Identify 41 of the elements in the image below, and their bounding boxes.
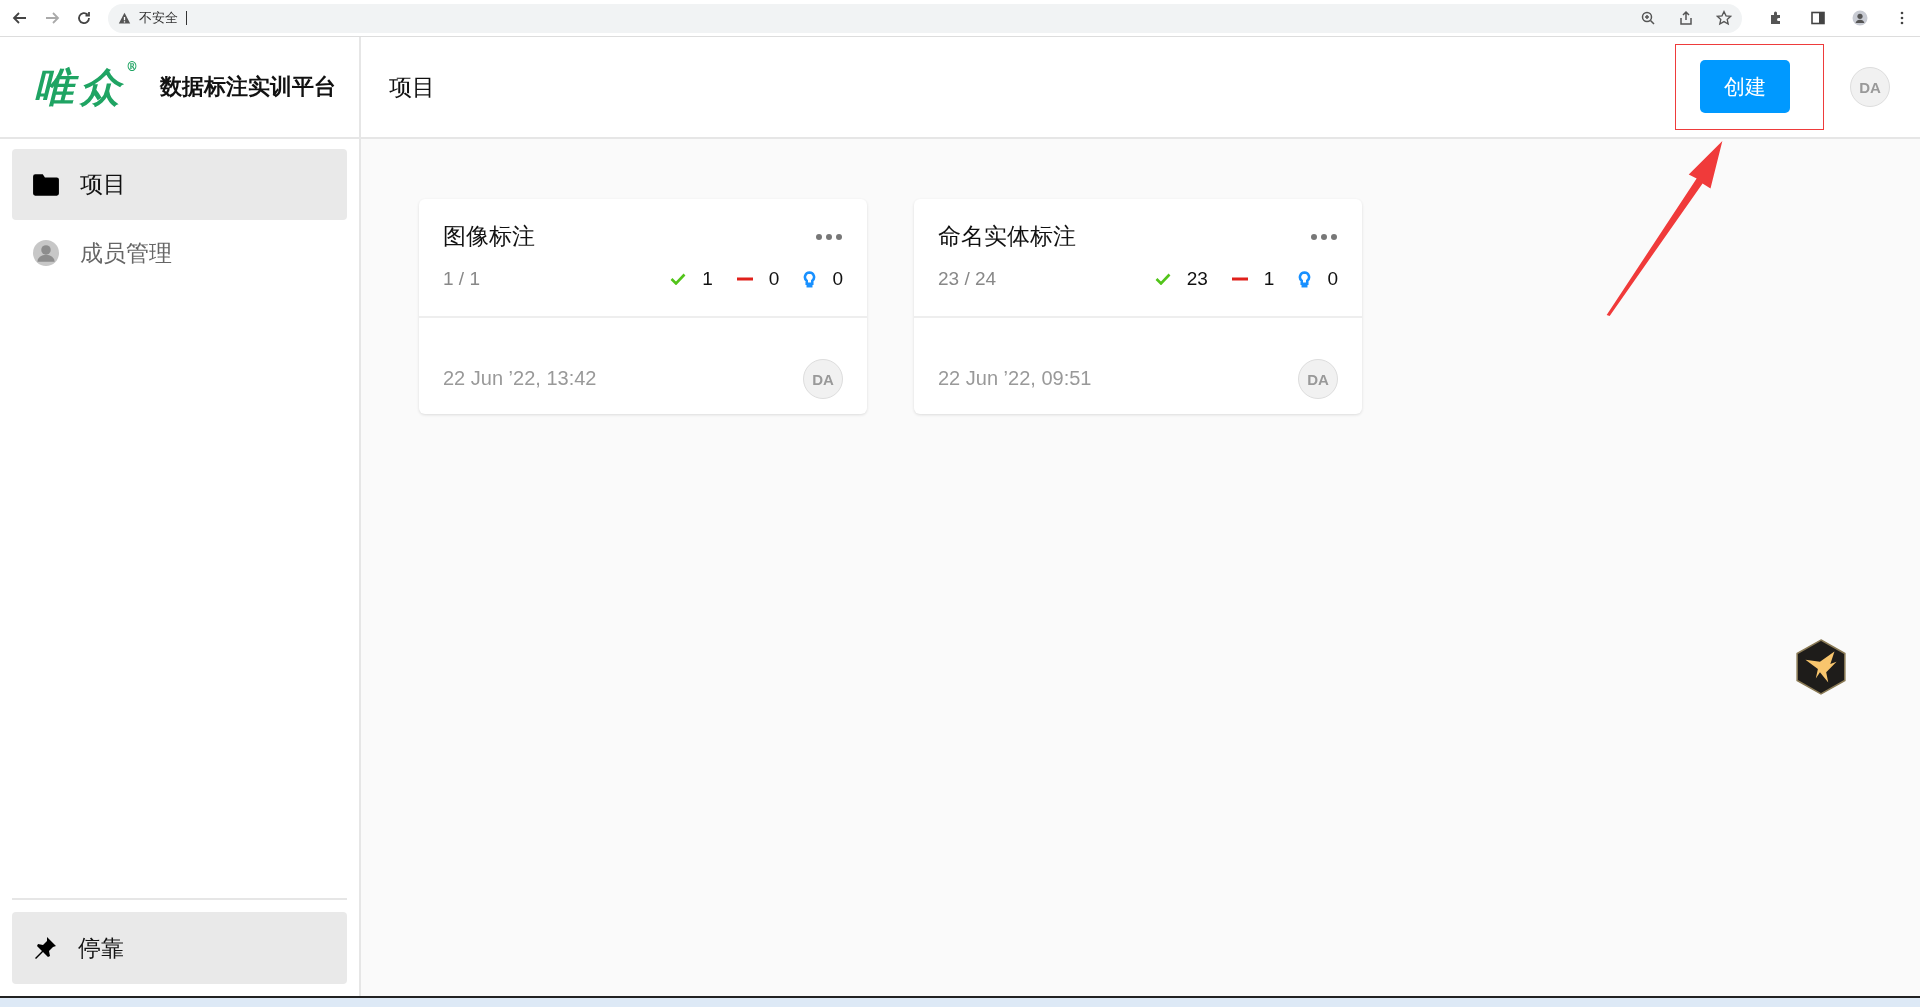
security-label: 不安全 bbox=[139, 9, 178, 27]
app-title: 数据标注实训平台 bbox=[160, 73, 336, 101]
logo: 唯众$^{®}$ bbox=[34, 59, 138, 112]
completed-count: 1 bbox=[702, 268, 713, 290]
folder-icon bbox=[32, 171, 60, 198]
created-date: 22 Jun ’22, 09:51 bbox=[938, 367, 1092, 390]
sidebar-item[interactable]: 成员管理 bbox=[12, 220, 347, 286]
project-title: 命名实体标注 bbox=[938, 222, 1076, 251]
lightbulb-icon bbox=[1298, 270, 1312, 288]
address-bar[interactable]: 不安全 bbox=[108, 3, 1742, 33]
creator-avatar: DA bbox=[1298, 359, 1338, 399]
task-count: 23 / 24 bbox=[938, 268, 997, 290]
dock-button[interactable]: 停靠 bbox=[12, 912, 347, 984]
skipped-count: 0 bbox=[768, 268, 780, 290]
bird-icon[interactable] bbox=[1795, 639, 1847, 695]
task-count: 1 / 1 bbox=[443, 268, 480, 290]
more-icon[interactable] bbox=[815, 232, 843, 241]
back-icon[interactable] bbox=[12, 10, 28, 26]
reload-icon[interactable] bbox=[76, 10, 92, 26]
prediction-count: 0 bbox=[1327, 268, 1338, 290]
user-icon bbox=[32, 240, 60, 266]
check-icon bbox=[670, 273, 687, 285]
created-date: 22 Jun ’22, 13:42 bbox=[443, 367, 597, 390]
warning-icon bbox=[118, 11, 131, 25]
prediction-count: 0 bbox=[832, 268, 843, 290]
page-title: 项目 bbox=[389, 72, 436, 102]
completed-count: 23 bbox=[1186, 268, 1208, 290]
project-card[interactable]: 图像标注 1 / 1 1 0 0 22 Jun ’22, 13:42 DA bbox=[419, 199, 867, 414]
skipped-count: 1 bbox=[1263, 268, 1275, 290]
zoom-icon[interactable] bbox=[1640, 10, 1656, 26]
check-icon bbox=[1154, 273, 1171, 285]
side-panel-icon[interactable] bbox=[1810, 10, 1826, 26]
sidebar-item[interactable]: 项目 bbox=[12, 149, 347, 220]
share-icon[interactable] bbox=[1678, 10, 1694, 26]
more-icon[interactable] bbox=[1310, 232, 1338, 241]
project-title: 图像标注 bbox=[443, 222, 535, 251]
star-icon[interactable] bbox=[1716, 10, 1732, 26]
profile-icon[interactable] bbox=[1852, 10, 1868, 26]
creator-avatar: DA bbox=[803, 359, 843, 399]
lightbulb-icon bbox=[803, 270, 817, 288]
project-card[interactable]: 命名实体标注 23 / 24 23 1 0 22 Jun ’22, 09:51 DA bbox=[914, 199, 1362, 414]
